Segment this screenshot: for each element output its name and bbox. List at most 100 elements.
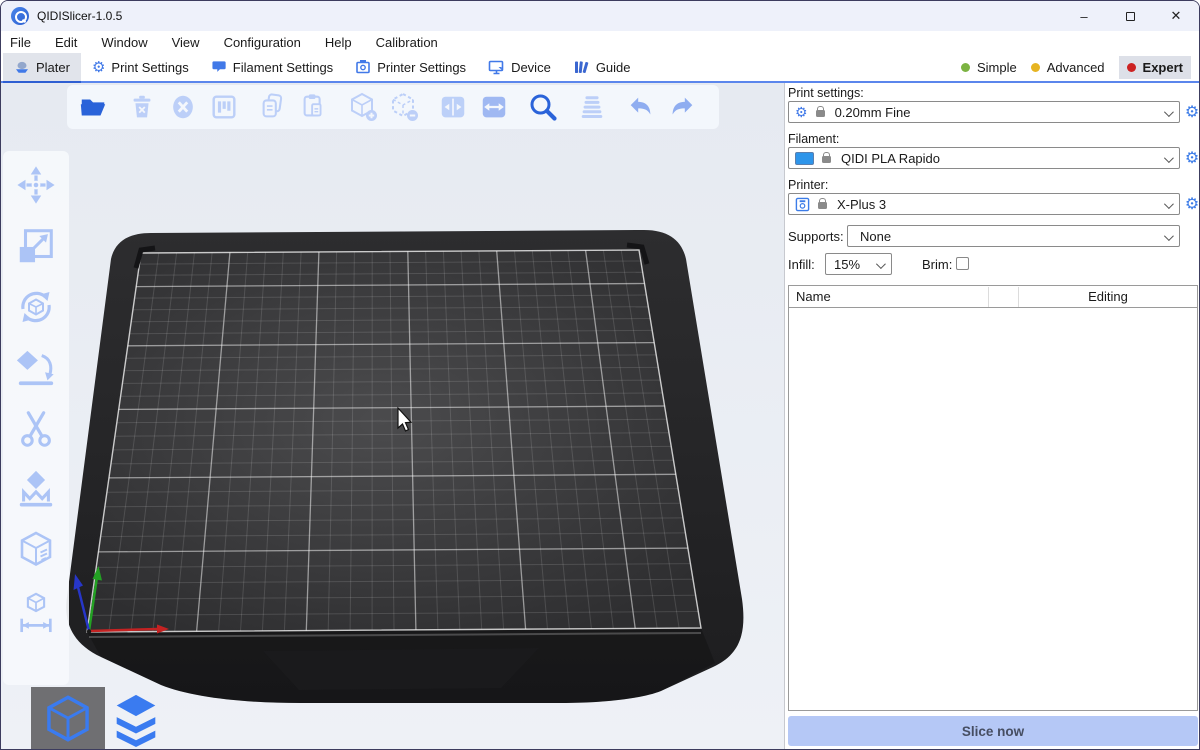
- app-window: QIDISlicer-1.0.5 – ✕ File Edit Window Vi…: [0, 0, 1200, 750]
- printer-icon: [355, 59, 371, 75]
- tab-guide-label: Guide: [596, 60, 631, 75]
- place-on-face-button[interactable]: [14, 346, 58, 390]
- close-button[interactable]: ✕: [1153, 1, 1199, 31]
- add-instance-button[interactable]: [347, 91, 379, 123]
- search-button[interactable]: [527, 91, 559, 123]
- expert-dot-icon: [1127, 63, 1136, 72]
- print-bed-scene: [1, 83, 785, 750]
- app-logo-icon: [11, 7, 29, 25]
- menu-calibration[interactable]: Calibration: [364, 33, 450, 52]
- supports-combo[interactable]: None: [847, 225, 1180, 247]
- mode-expert[interactable]: Expert: [1119, 56, 1191, 79]
- maximize-button[interactable]: [1107, 1, 1153, 31]
- print-settings-label: Print settings:: [788, 86, 864, 100]
- menu-configuration[interactable]: Configuration: [212, 33, 313, 52]
- split-to-parts-button[interactable]: [478, 91, 510, 123]
- advanced-dot-icon: [1031, 63, 1040, 72]
- lock-icon: [822, 156, 831, 163]
- chevron-down-icon: [876, 259, 886, 269]
- filament-value: QIDI PLA Rapido: [841, 151, 940, 166]
- column-separator: [988, 287, 989, 307]
- rotate-button[interactable]: [14, 285, 58, 329]
- printer-label: Printer:: [788, 178, 828, 192]
- object-manipulation-toolbar: [3, 151, 69, 685]
- menu-bar: File Edit Window View Configuration Help…: [1, 31, 1199, 53]
- menu-window[interactable]: Window: [89, 33, 159, 52]
- infill-value: 15%: [834, 257, 860, 272]
- redo-button[interactable]: [666, 91, 698, 123]
- printer-icon: [795, 197, 810, 212]
- printer-gear-button[interactable]: ⚙: [1183, 195, 1200, 213]
- tab-filament-settings-label: Filament Settings: [233, 60, 333, 75]
- mode-advanced-label: Advanced: [1047, 60, 1105, 75]
- plater-icon: [14, 60, 30, 75]
- brim-label: Brim:: [922, 257, 952, 272]
- printer-combo[interactable]: X-Plus 3: [788, 193, 1180, 215]
- column-separator: [1018, 287, 1019, 307]
- object-list-header: Name Editing: [789, 286, 1197, 308]
- seam-button[interactable]: [14, 529, 58, 573]
- delete-all-button[interactable]: [167, 91, 199, 123]
- preview-view-button[interactable]: [105, 689, 167, 750]
- tab-plater[interactable]: Plater: [3, 53, 81, 81]
- title-bar: QIDISlicer-1.0.5 – ✕: [1, 1, 1199, 31]
- menu-file[interactable]: File: [9, 33, 43, 52]
- column-name: Name: [796, 289, 831, 304]
- chevron-down-icon: [1164, 153, 1174, 163]
- gear-icon: ⚙: [92, 60, 105, 75]
- scale-button[interactable]: [14, 224, 58, 268]
- tab-bar: Plater ⚙ Print Settings Filament Setting…: [1, 53, 1199, 83]
- brim-checkbox[interactable]: [956, 257, 969, 270]
- tab-device-label: Device: [511, 60, 551, 75]
- tab-device[interactable]: Device: [477, 53, 562, 81]
- device-icon: [488, 59, 505, 75]
- lock-icon: [816, 110, 825, 117]
- menu-edit[interactable]: Edit: [43, 33, 89, 52]
- filament-label: Filament:: [788, 132, 839, 146]
- object-list[interactable]: Name Editing: [788, 285, 1198, 711]
- window-title: QIDISlicer-1.0.5: [37, 9, 122, 23]
- print-settings-value: 0.20mm Fine: [835, 105, 911, 120]
- tab-print-settings-label: Print Settings: [111, 60, 188, 75]
- undo-button[interactable]: [625, 91, 657, 123]
- mode-advanced[interactable]: Advanced: [1031, 60, 1105, 75]
- split-to-objects-button[interactable]: [437, 91, 469, 123]
- paint-support-button[interactable]: [14, 468, 58, 512]
- variable-layer-height-button[interactable]: [576, 91, 608, 123]
- gear-icon: ⚙: [795, 105, 808, 119]
- filament-combo[interactable]: QIDI PLA Rapido: [788, 147, 1180, 169]
- tab-printer-settings[interactable]: Printer Settings: [344, 53, 477, 81]
- tab-print-settings[interactable]: ⚙ Print Settings: [81, 53, 200, 81]
- menu-view[interactable]: View: [160, 33, 212, 52]
- move-button[interactable]: [14, 163, 58, 207]
- simple-dot-icon: [961, 63, 970, 72]
- axes-origin: [87, 629, 91, 633]
- arrange-button[interactable]: [208, 91, 240, 123]
- 3d-viewport[interactable]: [1, 83, 785, 750]
- column-editing: Editing: [1018, 289, 1198, 304]
- cut-button[interactable]: [14, 407, 58, 451]
- supports-label: Supports:: [788, 229, 844, 244]
- remove-instance-button[interactable]: [388, 91, 420, 123]
- measure-button[interactable]: [14, 590, 58, 634]
- 3d-editor-view-button[interactable]: [31, 687, 105, 750]
- infill-label: Infill:: [788, 257, 815, 272]
- print-settings-combo[interactable]: ⚙ 0.20mm Fine: [788, 101, 1180, 123]
- mode-simple[interactable]: Simple: [961, 60, 1017, 75]
- paste-button[interactable]: [298, 91, 330, 123]
- minimize-button[interactable]: –: [1061, 1, 1107, 31]
- tab-filament-settings[interactable]: Filament Settings: [200, 53, 344, 81]
- open-button[interactable]: [77, 91, 109, 123]
- maximize-icon: [1126, 12, 1135, 21]
- filament-gear-button[interactable]: ⚙: [1183, 149, 1200, 167]
- infill-combo[interactable]: 15%: [825, 253, 892, 275]
- chevron-down-icon: [1164, 107, 1174, 117]
- tab-guide[interactable]: Guide: [562, 53, 642, 81]
- tab-plater-label: Plater: [36, 60, 70, 75]
- slice-now-button[interactable]: Slice now: [788, 716, 1198, 746]
- menu-help[interactable]: Help: [313, 33, 364, 52]
- print-settings-gear-button[interactable]: ⚙: [1183, 103, 1200, 121]
- delete-button[interactable]: [126, 91, 158, 123]
- mode-expert-label: Expert: [1143, 60, 1183, 75]
- copy-button[interactable]: [257, 91, 289, 123]
